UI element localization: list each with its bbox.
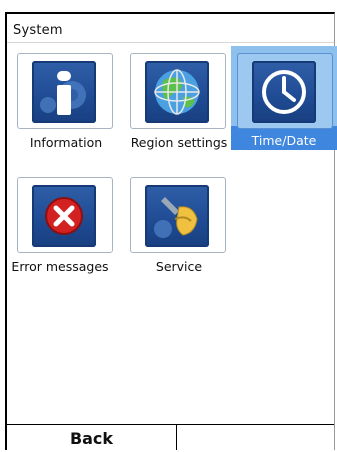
back-button[interactable]: Back bbox=[7, 425, 177, 450]
globe-icon bbox=[145, 61, 209, 123]
tile-service[interactable]: Service bbox=[124, 174, 234, 284]
tile-frame bbox=[130, 177, 226, 253]
tile-region-settings[interactable]: Region settings bbox=[124, 50, 234, 160]
tile-label: Time/Date bbox=[251, 133, 317, 148]
tile-label: Information bbox=[29, 135, 103, 150]
tile-frame bbox=[130, 53, 226, 129]
tile-time-date[interactable]: Time/Date bbox=[231, 46, 337, 156]
tile-label: Region settings bbox=[130, 135, 228, 150]
tile-frame bbox=[237, 53, 333, 129]
softkey-bar: Back bbox=[7, 424, 334, 450]
error-icon bbox=[32, 185, 96, 247]
tile-frame bbox=[17, 53, 113, 129]
tile-label: Service bbox=[155, 259, 203, 274]
clock-icon bbox=[252, 61, 316, 123]
page-title: System bbox=[13, 23, 63, 38]
service-icon bbox=[145, 185, 209, 247]
tile-label: Error messages bbox=[11, 259, 109, 274]
tile-error-messages[interactable]: Error messages bbox=[11, 174, 121, 284]
tile-frame bbox=[17, 177, 113, 253]
tile-information[interactable]: Information bbox=[11, 50, 121, 160]
title-bar: System bbox=[7, 14, 334, 43]
right-softkey[interactable] bbox=[177, 425, 337, 450]
information-icon bbox=[32, 61, 96, 123]
system-screen: System Information Region settings Time/… bbox=[5, 12, 337, 450]
